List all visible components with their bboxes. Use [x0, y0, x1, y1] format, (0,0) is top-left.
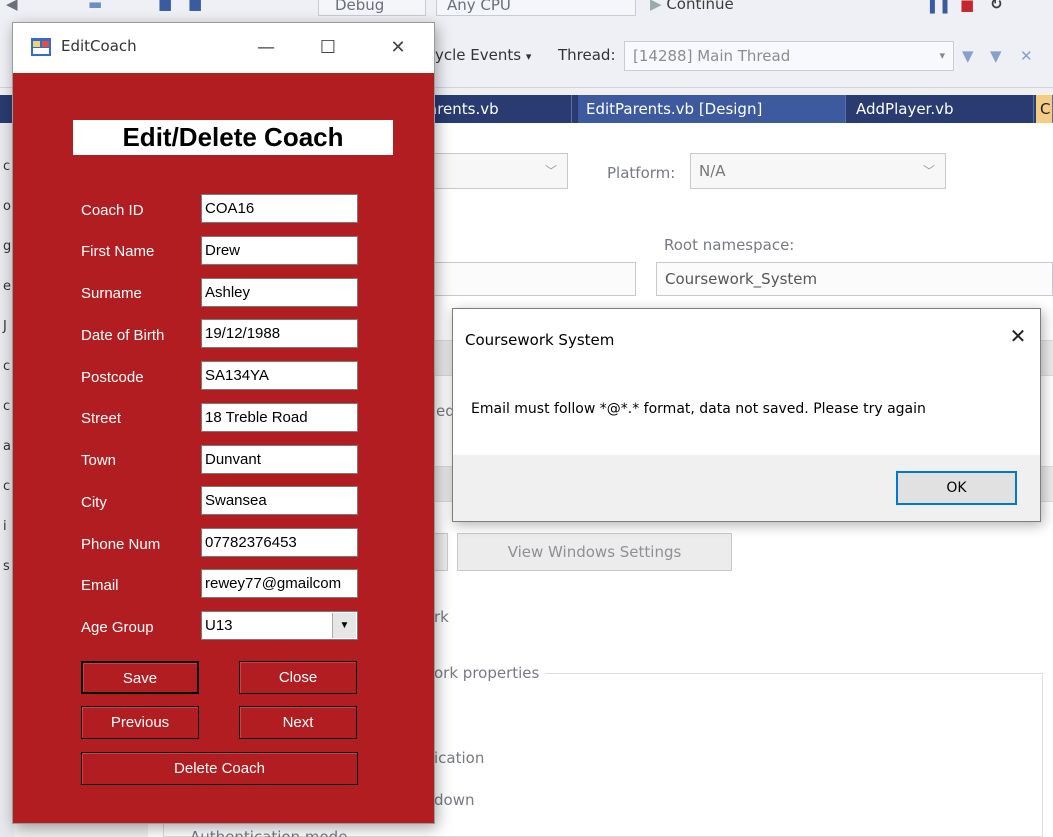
framework-properties-fragment: ork properties — [434, 664, 546, 682]
thread-label: Thread: — [558, 46, 616, 64]
authentication-fragment: ication — [434, 749, 485, 767]
delete-coach-button[interactable]: Delete Coach — [81, 752, 358, 785]
continue-button[interactable]: ▶ Continue — [650, 0, 734, 13]
strip-char: c — [3, 359, 11, 374]
save-icon[interactable]: ■ — [158, 0, 172, 12]
lifecycle-events-label: ycle Events — [435, 46, 522, 64]
auth-mode-fragment: Authentication mode — [190, 828, 348, 837]
platform-label: Platform: — [607, 164, 676, 182]
window-titlebar[interactable]: EditCoach — ☐ ✕ — [13, 23, 434, 73]
strip-char: c — [3, 479, 11, 494]
previous-button[interactable]: Previous — [81, 706, 199, 739]
strip-char: c — [3, 159, 11, 174]
undo-icon[interactable]: ◀ — [6, 0, 18, 12]
app-icon — [31, 38, 51, 56]
email-field[interactable]: rewey77@gmailcom — [201, 569, 358, 598]
form-client-area: Edit/Delete Coach Coach ID COA16 First N… — [13, 73, 434, 823]
postcode-field[interactable]: SA134YA — [201, 361, 358, 390]
platform-combo[interactable]: Any CPU — [436, 0, 636, 16]
coach-id-field[interactable]: COA16 — [201, 194, 358, 223]
city-label: City — [81, 494, 107, 511]
city-field[interactable]: Swansea — [201, 486, 358, 515]
first-name-field[interactable]: Drew — [201, 236, 358, 265]
view-windows-settings-button[interactable]: View Windows Settings — [457, 533, 732, 571]
tab-editparents-design[interactable]: EditParents.vb [Design] — [578, 95, 846, 123]
strip-char: o — [3, 199, 11, 214]
message-dialog: Coursework System ✕ Email must follow *@… — [452, 308, 1041, 522]
chevron-down-icon: ▾ — [939, 49, 945, 62]
configuration-combo[interactable]: ﹀ — [420, 153, 568, 189]
close-button[interactable]: Close — [239, 661, 357, 694]
shutdown-fragment: down — [434, 791, 475, 809]
restart-icon[interactable]: ↻ — [990, 0, 1003, 12]
break-all-icon[interactable]: ❚❚ — [926, 0, 951, 13]
thread-combo-value: [14288] Main Thread — [633, 47, 791, 65]
age-group-select[interactable]: U13 ▼ — [201, 611, 358, 640]
strip-char: s — [3, 559, 10, 574]
solution-config-value: Debug — [335, 0, 385, 14]
play-icon: ▶ — [650, 0, 662, 13]
ok-button[interactable]: OK — [896, 471, 1017, 505]
chevron-down-icon: ﹀ — [922, 164, 935, 178]
tab-parents-vb[interactable]: arents.vb — [420, 95, 572, 123]
dialog-footer: OK — [453, 455, 1040, 521]
strip-char: e — [3, 279, 11, 294]
save-all-icon[interactable]: ■ — [188, 0, 202, 12]
chevron-down-icon: ﹀ — [544, 164, 557, 178]
solution-config-combo[interactable]: Debug — [318, 0, 426, 16]
next-button[interactable]: Next — [239, 706, 357, 739]
window-title: EditCoach — [61, 37, 137, 55]
strip-char: g — [3, 239, 12, 254]
platform-select[interactable]: N/A ﹀ — [690, 153, 946, 189]
first-name-label: First Name — [81, 243, 155, 260]
town-label: Town — [81, 452, 117, 469]
platform-select-value: N/A — [699, 162, 726, 180]
continue-label: Continue — [666, 0, 734, 13]
chevron-down-icon: ▾ — [525, 50, 532, 63]
minimize-icon[interactable]: — — [243, 31, 289, 65]
postcode-label: Postcode — [81, 369, 144, 386]
dialog-message: Email must follow *@*.* format, data not… — [471, 401, 926, 417]
street-field[interactable]: 18 Treble Road — [201, 403, 358, 432]
date-of-birth-field[interactable]: 19/12/1988 — [201, 319, 358, 348]
surname-field[interactable]: Ashley — [201, 278, 358, 307]
root-namespace-value: Coursework_System — [665, 270, 818, 288]
chevron-down-icon[interactable]: ▼ — [332, 613, 356, 638]
strip-char: J — [3, 319, 7, 334]
root-namespace-field[interactable]: Coursework_System — [656, 262, 1053, 296]
assembly-name-field[interactable] — [420, 262, 636, 296]
save-button[interactable]: Save — [81, 661, 199, 694]
filter-flag-icon[interactable]: ▼ — [990, 48, 1002, 64]
thread-combo[interactable]: [14288] Main Thread ▾ — [624, 41, 954, 71]
strip-char: i — [3, 519, 7, 534]
surname-label: Surname — [81, 285, 142, 302]
close-icon[interactable]: ✕ — [375, 31, 421, 65]
maximize-icon[interactable]: ☐ — [305, 31, 351, 65]
tab-addplayer-vb[interactable]: AddPlayer.vb — [848, 95, 1034, 123]
close-icon[interactable]: ✕ — [996, 319, 1040, 353]
phone-num-label: Phone Num — [81, 536, 161, 553]
date-of-birth-label: Date of Birth — [81, 327, 165, 344]
form-heading: Edit/Delete Coach — [73, 120, 393, 155]
root-namespace-label: Root namespace: — [664, 236, 795, 254]
email-label: Email — [81, 577, 119, 594]
street-label: Street — [81, 410, 122, 427]
strip-char: c — [3, 399, 11, 414]
town-field[interactable]: Dunvant — [201, 445, 358, 474]
coach-id-label: Coach ID — [81, 202, 144, 219]
stop-icon[interactable]: ■ — [960, 0, 974, 13]
framework-fragment: rk — [434, 608, 449, 626]
editcoach-window: EditCoach — ☐ ✕ Edit/Delete Coach Coach … — [12, 22, 435, 824]
platform-combo-value: Any CPU — [447, 0, 511, 14]
dialog-title: Coursework System — [465, 331, 615, 349]
tab-active-project[interactable]: C — [1036, 95, 1053, 123]
clear-filter-icon[interactable]: ✕ — [1020, 48, 1033, 64]
strip-char: a — [3, 439, 11, 454]
age-group-value: U13 — [205, 617, 233, 634]
phone-num-field[interactable]: 07782376453 — [201, 528, 358, 557]
filter-icon[interactable]: ▼ — [962, 48, 974, 64]
age-group-label: Age Group — [81, 619, 154, 636]
lifecycle-events-menu[interactable]: ycle Events ▾ — [435, 46, 531, 64]
new-project-icon[interactable]: ▬ — [88, 0, 102, 12]
